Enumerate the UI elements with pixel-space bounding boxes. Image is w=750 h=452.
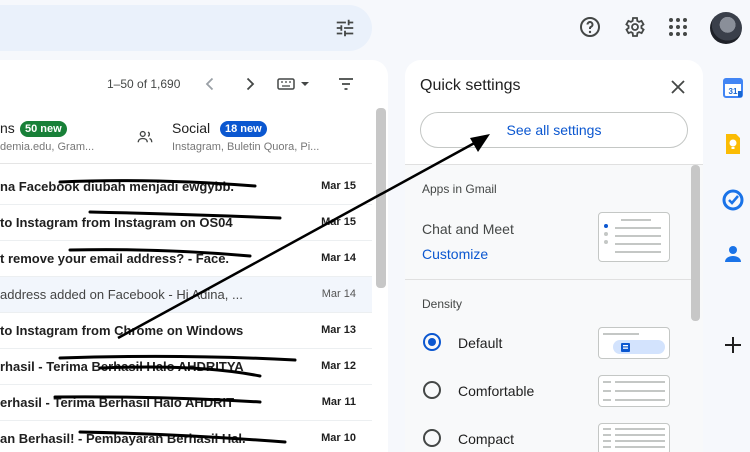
pagination-count: 1–50 of 1,690 bbox=[107, 77, 181, 91]
email-date: Mar 15 bbox=[321, 216, 356, 228]
email-list: na Facebook diubah menjadi ewgybb. Mar 1… bbox=[0, 169, 372, 452]
email-snippet: address added on Facebook - Hi Adina, ..… bbox=[0, 287, 243, 302]
tab-subtitle: Instagram, Buletin Quora, Pi... bbox=[172, 141, 320, 153]
email-row[interactable]: na Facebook diubah menjadi ewgybb. Mar 1… bbox=[0, 169, 372, 205]
new-count-badge: 18 new bbox=[220, 121, 267, 137]
chat-and-meet-label: Chat and Meet bbox=[422, 221, 514, 237]
apps-in-gmail-heading: Apps in Gmail bbox=[422, 182, 497, 196]
calendar-icon[interactable]: 31 bbox=[721, 76, 745, 100]
see-all-settings-button[interactable]: See all settings bbox=[420, 112, 688, 148]
svg-text:31: 31 bbox=[729, 87, 738, 96]
email-snippet: rhasil - Terima Berhasil Halo AHDRITYA bbox=[0, 359, 244, 374]
email-snippet: t remove your email address? - Face. bbox=[0, 251, 230, 266]
tab-label: Social bbox=[172, 120, 211, 136]
email-snippet: to Instagram from Instagram on OS04 bbox=[0, 215, 233, 230]
email-date: Mar 14 bbox=[321, 288, 356, 300]
tab-subtitle: demia.edu, Gram... bbox=[0, 141, 95, 153]
close-icon[interactable] bbox=[669, 78, 687, 96]
help-icon[interactable] bbox=[578, 15, 602, 39]
chevron-left-icon[interactable] bbox=[200, 74, 220, 94]
new-count-badge: 50 new bbox=[20, 121, 67, 137]
tab-label: ns bbox=[0, 120, 15, 136]
search-bar[interactable] bbox=[0, 5, 372, 51]
mail-list-panel: 1–50 of 1,690 ns 50 new demia.edu, Gram.… bbox=[0, 60, 388, 452]
density-compact-preview bbox=[598, 423, 670, 452]
radio-unselected[interactable] bbox=[423, 381, 441, 399]
density-comfortable-preview bbox=[598, 375, 670, 407]
add-icon[interactable] bbox=[721, 333, 745, 357]
quick-settings-scrollbar[interactable] bbox=[691, 165, 700, 321]
email-date: Mar 13 bbox=[321, 324, 356, 336]
email-snippet: erhasil - Terima Berhasil Halo AHDRIT bbox=[0, 395, 235, 410]
density-heading: Density bbox=[422, 297, 463, 311]
radio-unselected[interactable] bbox=[423, 429, 441, 447]
email-row[interactable]: an Berhasil! - Pembayaran Berhasil Hal. … bbox=[0, 421, 372, 452]
email-row[interactable]: to Instagram from Instagram on OS04 Mar … bbox=[0, 205, 372, 241]
email-date: Mar 14 bbox=[321, 252, 356, 264]
email-row[interactable]: t remove your email address? - Face. Mar… bbox=[0, 241, 372, 277]
email-row[interactable]: to Instagram from Chrome on Windows Mar … bbox=[0, 313, 372, 349]
chevron-right-icon[interactable] bbox=[240, 74, 260, 94]
keyboard-icon[interactable] bbox=[276, 74, 312, 94]
email-snippet: na Facebook diubah menjadi ewgybb. bbox=[0, 179, 235, 194]
radio-selected[interactable] bbox=[423, 333, 441, 351]
email-date: Mar 15 bbox=[321, 180, 356, 192]
apps-grid-icon[interactable] bbox=[666, 15, 690, 39]
email-row[interactable]: erhasil - Terima Berhasil Halo AHDRIT Ma… bbox=[0, 385, 372, 421]
chat-meet-preview bbox=[598, 212, 670, 262]
keep-icon[interactable] bbox=[721, 132, 745, 156]
tasks-icon[interactable] bbox=[721, 188, 745, 212]
email-row[interactable]: rhasil - Terima Berhasil Halo AHDRITYA M… bbox=[0, 349, 372, 385]
quick-settings-title: Quick settings bbox=[420, 77, 521, 94]
contacts-icon[interactable] bbox=[721, 242, 745, 266]
category-tabs: ns 50 new demia.edu, Gram... Social 18 n… bbox=[0, 108, 372, 164]
filter-icon[interactable] bbox=[336, 74, 356, 94]
customize-link[interactable]: Customize bbox=[422, 246, 488, 262]
density-label: Compact bbox=[458, 431, 515, 447]
divider bbox=[405, 279, 691, 280]
email-row[interactable]: address added on Facebook - Hi Adina, ..… bbox=[0, 277, 372, 313]
mail-scrollbar[interactable] bbox=[376, 108, 386, 288]
density-default-preview bbox=[598, 327, 670, 359]
tune-icon[interactable] bbox=[334, 17, 356, 39]
email-date: Mar 10 bbox=[321, 432, 356, 444]
density-label: Default bbox=[458, 335, 503, 351]
quick-settings-panel: Quick settings See all settings Apps in … bbox=[405, 60, 703, 452]
email-snippet: an Berhasil! - Pembayaran Berhasil Hal. bbox=[0, 431, 246, 446]
density-label: Comfortable bbox=[458, 383, 535, 399]
email-date: Mar 12 bbox=[321, 360, 356, 372]
email-snippet: to Instagram from Chrome on Windows bbox=[0, 323, 244, 338]
quick-settings-scroll-area: Apps in Gmail Chat and Meet Customize De… bbox=[405, 164, 703, 452]
avatar[interactable] bbox=[710, 12, 742, 44]
email-date: Mar 11 bbox=[321, 396, 356, 408]
mail-toolbar: 1–50 of 1,690 bbox=[0, 60, 388, 108]
people-icon bbox=[137, 130, 153, 143]
gear-icon[interactable] bbox=[622, 15, 646, 39]
